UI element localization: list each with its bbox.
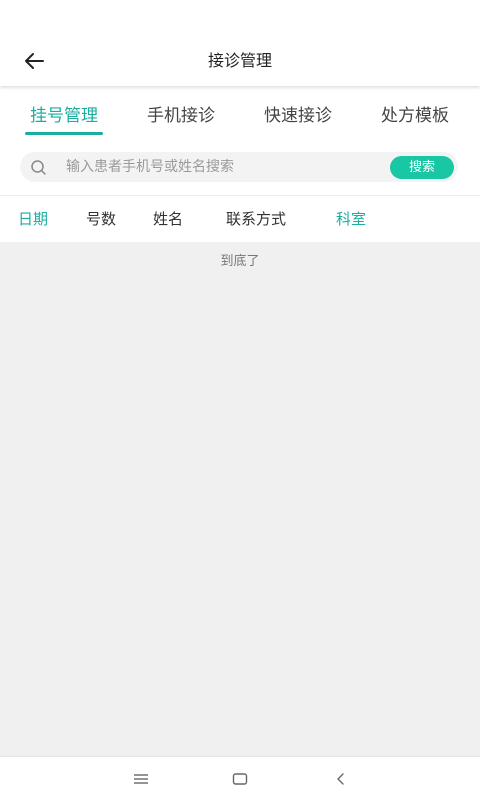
column-contact: 联系方式 (226, 210, 287, 228)
menu-icon (134, 774, 148, 784)
home-icon (232, 773, 248, 785)
search-input[interactable] (66, 152, 386, 182)
search-bar: 搜索 (0, 140, 480, 196)
column-date[interactable]: 日期 (18, 196, 48, 242)
tab-quick-consultation[interactable]: 快速接诊 (259, 86, 337, 140)
status-bar (0, 0, 480, 36)
column-number: 号数 (86, 210, 117, 228)
tab-mobile-consultation[interactable]: 手机接诊 (142, 86, 220, 140)
system-back-button[interactable] (329, 767, 353, 791)
search-button[interactable]: 搜索 (390, 156, 454, 179)
system-navigation-bar (0, 756, 480, 801)
page-title: 接诊管理 (207, 51, 272, 70)
app-bar: 接诊管理 (0, 36, 480, 86)
column-name: 姓名 (153, 210, 184, 228)
table-header: 日期 号数 姓名 联系方式 科室 (0, 196, 480, 242)
back-button[interactable] (18, 48, 50, 74)
search-icon (31, 160, 46, 175)
search-box: 搜索 (20, 152, 458, 182)
home-button[interactable] (228, 767, 252, 791)
tab-prescription-templates[interactable]: 处方模板 (376, 86, 454, 140)
arrow-left-icon (25, 53, 44, 69)
active-tab-indicator (25, 132, 103, 135)
menu-button[interactable] (129, 767, 153, 791)
back-icon (337, 773, 344, 785)
list-end-text: 到底了 (220, 254, 260, 269)
tab-bar: 挂号管理 手机接诊 快速接诊 处方模板 (0, 86, 480, 141)
column-department[interactable]: 科室 (336, 196, 366, 242)
